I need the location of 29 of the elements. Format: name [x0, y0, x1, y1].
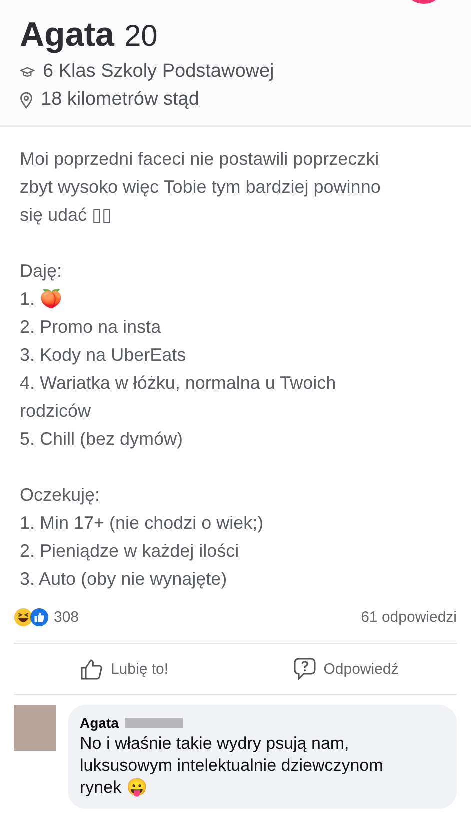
question-bubble-icon: [294, 658, 316, 680]
school-text: 6 Klas Szkoly Podstawowej: [43, 61, 274, 83]
reply-button[interactable]: Odpowiedź: [236, 644, 457, 694]
list-item: 3. Auto (oby nie wynajęte): [20, 568, 228, 591]
profile-name: Agata: [20, 16, 114, 55]
like-reaction-icon: [30, 608, 49, 626]
profile-age: 20: [124, 20, 158, 54]
list-item: 2. Pieniądze w każdej ilości: [20, 540, 240, 563]
distance-text: 18 kilometrów stąd: [41, 89, 200, 111]
comment-text: No i właśnie takie wydry psują nam, luksusowym intelektualnie dziewczynom rynek 😛: [80, 733, 384, 799]
list-item: 1. 🍑: [20, 288, 64, 311]
list-item: 4. Wariatka w łóżku, normalna u Twoich rodziców: [20, 372, 338, 423]
blurred-surname: [124, 718, 183, 728]
comment-author[interactable]: Agata: [80, 715, 119, 731]
location-pin-icon: [20, 92, 33, 108]
list-item: 5. Chill (bez dymów): [20, 428, 184, 451]
laughing-emoji-icon: [14, 608, 33, 626]
list-heading: Oczekuję:: [20, 484, 102, 507]
replies-count[interactable]: 61 odpowiedzi: [361, 608, 457, 626]
list-heading: Daję:: [20, 260, 64, 283]
like-button[interactable]: Lubię to!: [14, 644, 236, 694]
bio-paragraph: Moi poprzedni faceci nie postawili poprzeczki zbyt wysoko więc Tobie tym bardziej powinno się udać ▯▯: [20, 148, 382, 227]
list-item: 2. Promo na insta: [20, 316, 162, 339]
list-item: 1. Min 17+ (nie chodzi o wiek;): [20, 512, 265, 535]
reaction-count[interactable]: 308: [54, 608, 80, 626]
graduation-cap-icon: [20, 66, 35, 78]
list-item: 3. Kody na UberEats: [20, 344, 188, 367]
avatar-placeholder[interactable]: [14, 705, 56, 751]
thumbs-up-icon: [80, 658, 103, 680]
